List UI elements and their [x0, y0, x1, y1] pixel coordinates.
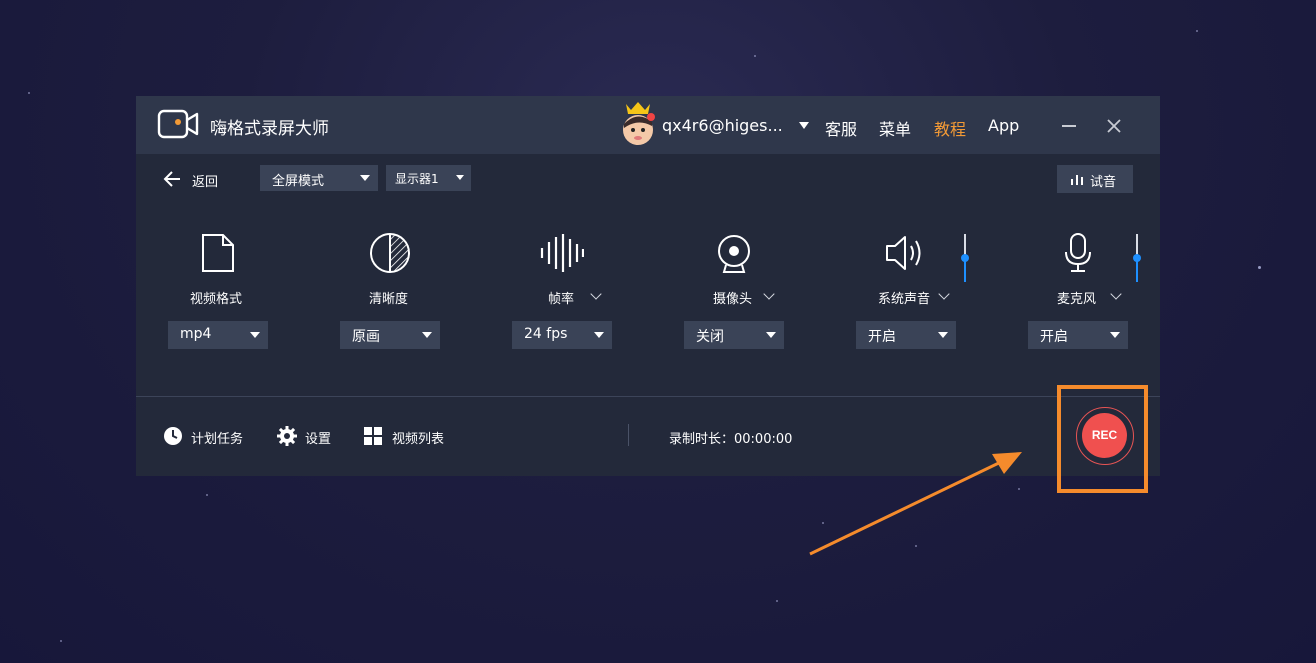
mic-volume-slider[interactable] — [1133, 234, 1141, 282]
framerate-dropdown[interactable]: 24 fps — [512, 321, 612, 349]
system-audio-dropdown[interactable]: 开启 — [856, 321, 956, 349]
annotation-arrow-icon — [809, 452, 1022, 556]
nav-customer-service[interactable]: 客服 — [825, 116, 857, 140]
settings-label: 设置 — [305, 432, 332, 447]
mode-select[interactable]: 全屏模式 — [260, 165, 378, 191]
title-bar: 嗨格式录屏大师 qx4r6@higes... 客服 菜单 教程 App — [136, 96, 1160, 154]
speaker-icon — [886, 236, 921, 270]
microphone-icon — [1065, 233, 1091, 272]
star — [776, 600, 778, 602]
gear-icon — [277, 426, 297, 446]
avatar[interactable] — [618, 100, 658, 148]
system-volume-knob[interactable] — [961, 254, 969, 262]
star — [28, 92, 30, 94]
chevron-down-icon[interactable] — [590, 288, 602, 300]
system-volume-slider[interactable] — [961, 234, 969, 282]
microphone-dropdown[interactable]: 开启 — [1028, 321, 1128, 349]
display-select-value: 显示器1 — [395, 172, 439, 186]
chevron-down-icon[interactable] — [763, 288, 775, 300]
setting-label-system-audio: 系统声音 — [878, 292, 931, 307]
close-icon[interactable] — [1106, 118, 1122, 134]
webcam-icon — [718, 235, 750, 273]
setting-label-microphone: 麦克风 — [1057, 292, 1097, 307]
chevron-down-icon — [594, 332, 604, 338]
setting-label-format: 视频格式 — [190, 292, 243, 307]
grid-icon — [364, 427, 382, 445]
star — [1258, 266, 1261, 269]
star — [206, 494, 208, 496]
clock-icon — [164, 427, 182, 445]
chevron-down-icon — [250, 332, 260, 338]
setting-label-camera: 摄像头 — [713, 292, 753, 307]
chevron-down-icon[interactable] — [938, 288, 950, 300]
star — [754, 55, 756, 57]
format-dropdown[interactable]: mp4 — [168, 321, 268, 349]
star — [1196, 30, 1198, 32]
mic-volume-knob[interactable] — [1133, 254, 1141, 262]
waveform-icon — [540, 234, 584, 272]
half-circle-icon — [370, 233, 410, 273]
video-list-button[interactable]: 视频列表 — [364, 426, 456, 448]
framerate-value: 24 fps — [524, 326, 568, 342]
chevron-down-icon — [766, 332, 776, 338]
quality-dropdown[interactable]: 原画 — [340, 321, 440, 349]
divider — [136, 396, 1160, 397]
display-select[interactable]: 显示器1 — [386, 165, 471, 191]
video-list-label: 视频列表 — [392, 432, 445, 447]
arrow-left-icon — [163, 171, 180, 187]
camera-dropdown[interactable]: 关闭 — [684, 321, 784, 349]
star — [60, 640, 62, 642]
back-button[interactable]: 返回 — [162, 167, 232, 191]
settings-button[interactable]: 设置 — [277, 426, 341, 448]
chevron-down-icon — [456, 175, 464, 180]
recording-duration: 录制时长：00:00:00 — [669, 432, 793, 447]
account-dropdown-icon[interactable] — [799, 122, 809, 129]
nav-tutorial[interactable]: 教程 — [934, 116, 966, 140]
quality-value: 原画 — [352, 329, 380, 345]
chevron-down-icon — [422, 332, 432, 338]
chevron-down-icon — [360, 175, 370, 181]
mode-select-value: 全屏模式 — [272, 174, 325, 189]
file-icon — [202, 234, 234, 272]
chevron-down-icon — [1110, 332, 1120, 338]
back-label: 返回 — [192, 175, 219, 190]
setting-label-quality: 清晰度 — [369, 292, 409, 307]
camera-value: 关闭 — [696, 329, 724, 345]
nav-app[interactable]: App — [988, 116, 1019, 135]
chevron-down-icon[interactable] — [1110, 288, 1122, 300]
minimize-button[interactable] — [1062, 125, 1076, 127]
audition-button[interactable]: 试音 — [1057, 165, 1133, 193]
highlight-box — [1057, 385, 1148, 493]
divider — [628, 424, 629, 446]
audition-label: 试音 — [1090, 175, 1117, 190]
nav-menu[interactable]: 菜单 — [879, 116, 911, 140]
chevron-down-icon — [938, 332, 948, 338]
app-title: 嗨格式录屏大师 — [210, 119, 329, 139]
camera-logo-icon — [157, 109, 199, 139]
system-audio-value: 开启 — [868, 329, 896, 345]
schedule-task-button[interactable]: 计划任务 — [163, 426, 253, 448]
user-account[interactable]: qx4r6@higes... — [662, 116, 783, 135]
recorder-window: 嗨格式录屏大师 qx4r6@higes... 客服 菜单 教程 App 返回 全… — [136, 96, 1160, 476]
bar-chart-icon — [1071, 175, 1083, 185]
format-value: mp4 — [180, 326, 212, 342]
schedule-task-label: 计划任务 — [191, 432, 244, 447]
setting-label-framerate: 帧率 — [548, 292, 575, 307]
microphone-value: 开启 — [1040, 329, 1068, 345]
